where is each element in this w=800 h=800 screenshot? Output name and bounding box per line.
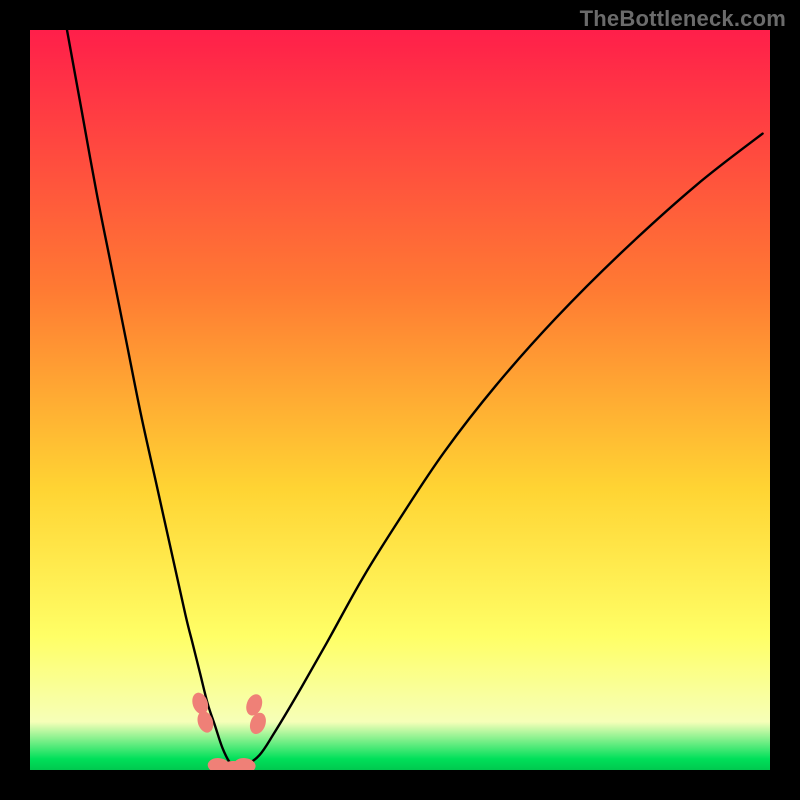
watermark-text: TheBottleneck.com [580, 6, 786, 32]
gradient-background [30, 30, 770, 770]
plot-area [30, 30, 770, 770]
chart-svg [30, 30, 770, 770]
outer-frame: TheBottleneck.com [0, 0, 800, 800]
